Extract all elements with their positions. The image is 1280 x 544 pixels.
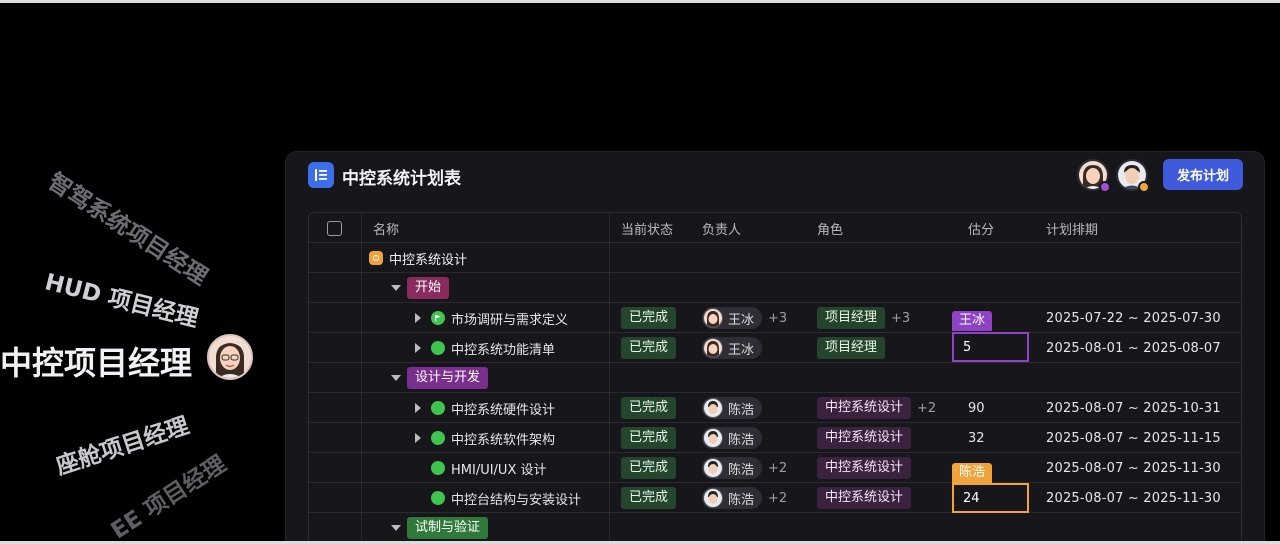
list-tree-icon [308,162,334,188]
male-avatar-icon [703,458,723,478]
column-header-name[interactable]: 名称 [373,213,399,243]
page-title: 中控系统计划表 [342,169,461,189]
table-row[interactable]: 市场调研与需求定义 已完成 王冰 +3 项目经理 +3 2025-07-22 ~ … [309,303,1241,333]
task-name: 中控系统软件架构 [451,432,556,448]
status-badge[interactable]: 已完成 [621,457,677,479]
column-header-status[interactable]: 当前状态 [621,213,673,243]
task-name: 市场调研与需求定义 [451,312,569,328]
male-avatar-icon [703,398,723,418]
group-tag-start: 开始 [407,277,450,299]
table-row[interactable]: 中控台结构与安装设计 已完成 陈浩 +2 中控系统设计 2025-08-07 ~… [309,483,1241,513]
status-badge[interactable]: 已完成 [621,427,677,449]
table-row[interactable]: 中控系统功能清单 已完成 王冰 项目经理 2025-08-01 ~ 2025-0… [309,333,1241,363]
schedule-range[interactable]: 2025-07-22 ~ 2025-07-30 [1046,303,1221,333]
female-avatar-icon [703,338,723,358]
publish-plan-button[interactable]: 发布计划 [1163,159,1243,190]
table-row-project[interactable]: 中控系统设计 [309,243,1241,273]
status-badge[interactable]: 已完成 [621,487,677,509]
collapse-triangle-icon[interactable] [391,285,401,291]
estimate-value[interactable]: 32 [968,423,985,453]
collapse-triangle-icon[interactable] [391,525,401,531]
status-badge[interactable]: 已完成 [621,397,677,419]
select-all-checkbox[interactable] [327,220,342,236]
presence-dot [1138,181,1150,193]
plan-panel: 中控系统计划表 发布计划 名称 当前状态 负责人 角色 估分 计划排期 中控系统… [285,151,1265,544]
status-badge[interactable]: 已完成 [621,307,677,329]
column-header-role[interactable]: 角色 [817,213,843,243]
estimate-value[interactable]: 90 [968,393,985,423]
status-dot-icon [431,461,445,475]
column-header-owner[interactable]: 负责人 [702,213,741,243]
schedule-range[interactable]: 2025-08-01 ~ 2025-08-07 [1046,333,1221,363]
expand-triangle-icon[interactable] [415,313,421,323]
owner-extra-count[interactable]: +3 [768,311,787,326]
collaborator-avatar-chenhao[interactable] [1116,159,1150,193]
group-tag-dev: 设计与开发 [407,367,489,389]
owner-chip[interactable]: 陈浩 [702,397,763,419]
plan-table: 名称 当前状态 负责人 角色 估分 计划排期 中控系统设计 开始 市场调研与需求… [308,212,1242,544]
status-dot-icon [431,401,445,415]
collaborator-avatar-wangbing[interactable] [1077,159,1111,193]
side-role-label: 座舱项目经理 [52,412,193,481]
avatar [207,334,253,380]
project-name: 中控系统设计 [389,252,468,268]
column-header-estimate[interactable]: 估分 [968,213,994,243]
column-header-schedule[interactable]: 计划排期 [1046,213,1098,243]
window-top-edge [0,0,1280,3]
flag-icon [431,311,445,325]
task-name: 中控台结构与安装设计 [451,492,582,508]
owner-chip[interactable]: 陈浩 [702,487,763,509]
table-row[interactable]: 中控系统软件架构 已完成 陈浩 中控系统设计 32 2025-08-07 ~ 2… [309,423,1241,453]
table-row[interactable]: 中控系统硬件设计 已完成 陈浩 中控系统设计 +2 90 2025-08-07 ~… [309,393,1241,423]
role-badge[interactable]: 中控系统设计 [817,397,912,419]
editor-cursor-label: 陈浩 [952,463,993,483]
schedule-range[interactable]: 2025-08-07 ~ 2025-11-30 [1046,453,1221,483]
role-badge[interactable]: 项目经理 [817,337,886,359]
editor-cursor-label: 王冰 [952,311,993,331]
task-name: 中控系统功能清单 [451,342,556,358]
presence-dot [1099,181,1111,193]
female-avatar-icon [703,308,723,328]
table-row-group[interactable]: 试制与验证 [309,513,1241,543]
status-dot-icon [431,491,445,505]
table-row-group[interactable]: 开始 [309,273,1241,303]
table-row-group[interactable]: 设计与开发 [309,363,1241,393]
schedule-range[interactable]: 2025-08-07 ~ 2025-11-15 [1046,423,1221,453]
project-icon [369,251,383,265]
estimate-input[interactable]: 5 [952,332,1029,362]
female-avatar-icon [209,336,251,378]
status-badge[interactable]: 已完成 [621,337,677,359]
schedule-range[interactable]: 2025-08-07 ~ 2025-11-30 [1046,483,1221,513]
owner-extra-count[interactable]: +2 [768,461,787,476]
role-badge[interactable]: 中控系统设计 [817,457,912,479]
owner-chip[interactable]: 王冰 [702,307,763,329]
schedule-range[interactable]: 2025-08-07 ~ 2025-10-31 [1046,393,1221,423]
male-avatar-icon [703,488,723,508]
role-badge[interactable]: 中控系统设计 [817,487,912,509]
table-header: 名称 当前状态 负责人 角色 估分 计划排期 [309,213,1241,243]
owner-chip[interactable]: 陈浩 [702,427,763,449]
owner-chip[interactable]: 陈浩 [702,457,763,479]
role-extra-count[interactable]: +3 [891,311,910,326]
role-badge[interactable]: 项目经理 [817,307,886,329]
side-role-label-active: 中控项目经理 [0,344,193,382]
expand-triangle-icon[interactable] [415,433,421,443]
role-extra-count[interactable]: +2 [917,401,936,416]
status-dot-icon [431,431,445,445]
male-avatar-icon [703,428,723,448]
role-badge[interactable]: 中控系统设计 [817,427,912,449]
task-name: 中控系统硬件设计 [451,402,556,418]
status-dot-icon [431,341,445,355]
collapse-triangle-icon[interactable] [391,375,401,381]
task-name: HMI/UI/UX 设计 [451,462,547,478]
owner-chip[interactable]: 王冰 [702,337,763,359]
table-row[interactable]: HMI/UI/UX 设计 已完成 陈浩 +2 中控系统设计 2025-08-07… [309,453,1241,483]
group-tag-test: 试制与验证 [407,517,489,539]
expand-triangle-icon[interactable] [415,403,421,413]
estimate-input[interactable]: 24 [952,483,1029,513]
expand-triangle-icon[interactable] [415,343,421,353]
owner-extra-count[interactable]: +2 [768,491,787,506]
